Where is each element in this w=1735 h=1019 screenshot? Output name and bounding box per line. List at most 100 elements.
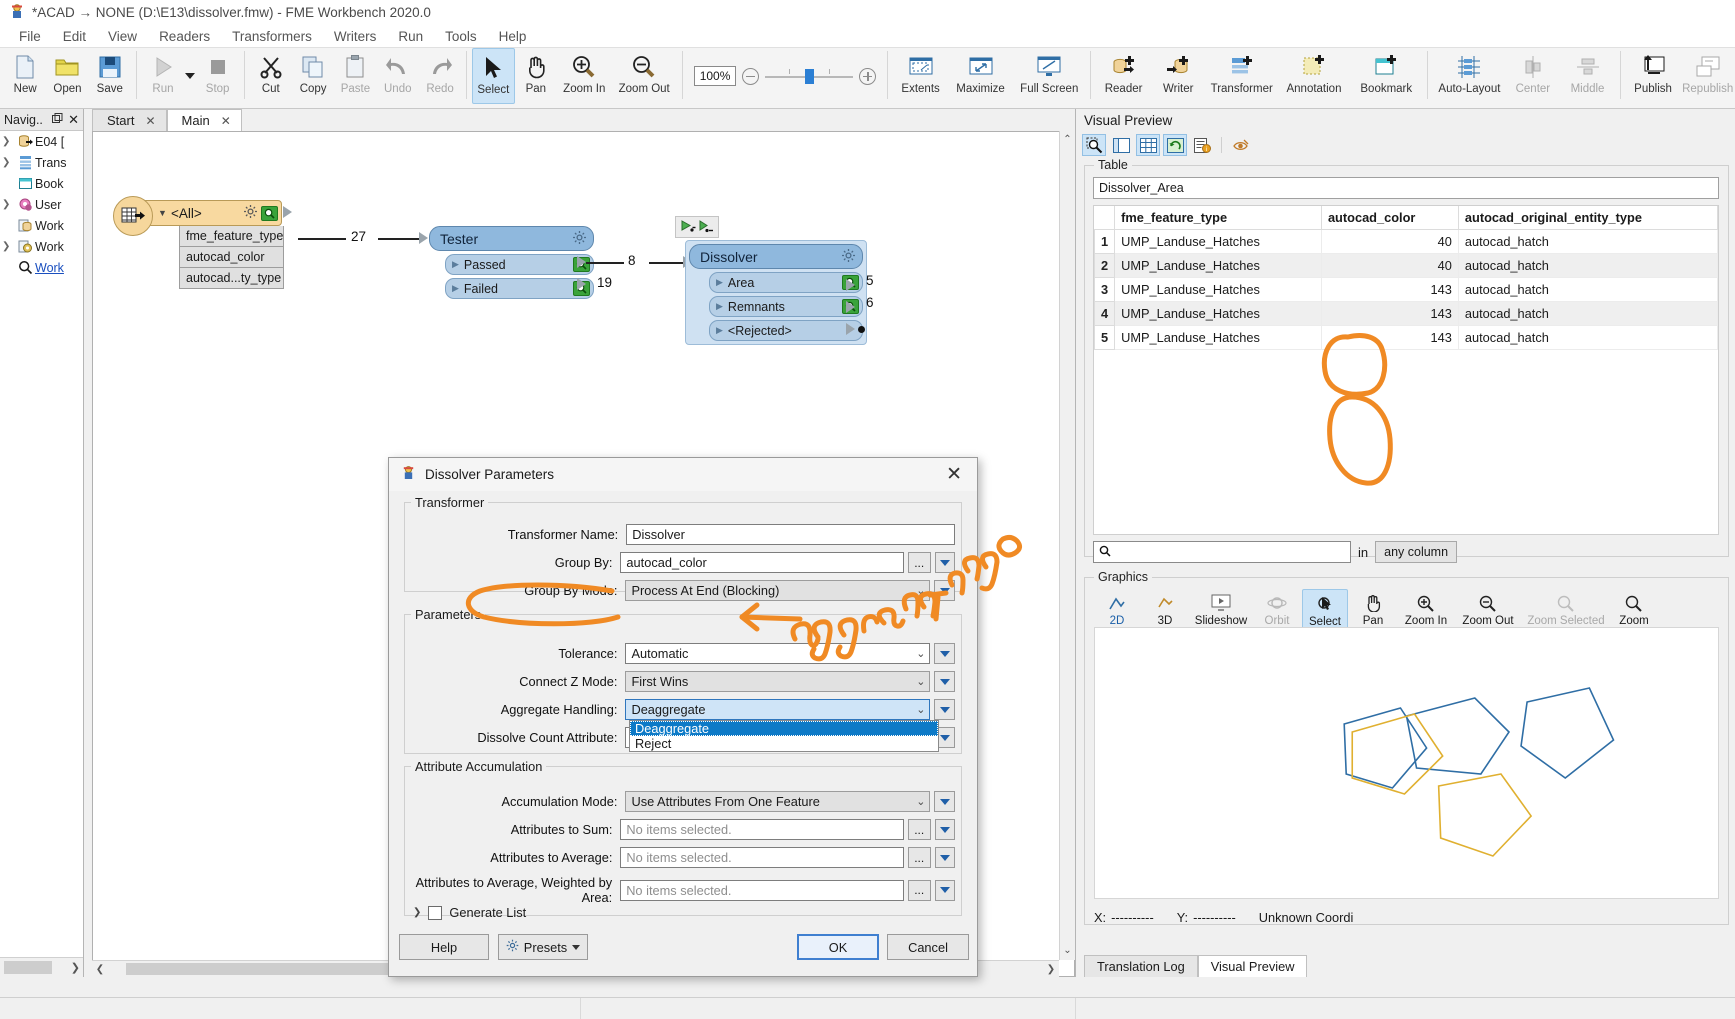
gear-icon[interactable] (243, 204, 258, 222)
orbit-button[interactable]: Orbit (1254, 589, 1300, 627)
chevron-down-icon[interactable]: ⌄ (912, 675, 929, 688)
scroll-left-icon[interactable]: ❮ (92, 964, 108, 975)
open-button[interactable]: Open (46, 48, 88, 95)
search-input[interactable] (1093, 541, 1351, 563)
aggregate-handling-dropdown-list[interactable]: Deaggregate Reject (629, 720, 939, 752)
reader-header[interactable]: ▼ <All> (113, 196, 282, 236)
column-header-fme-feature-type[interactable]: fme_feature_type (1114, 206, 1322, 230)
republish-button[interactable]: Republish (1680, 48, 1735, 95)
view-3d-button[interactable]: 3D (1142, 589, 1188, 627)
group-by-mode-menu-button[interactable] (934, 580, 955, 601)
ok-button[interactable]: OK (797, 934, 879, 960)
presets-button[interactable]: Presets (498, 934, 588, 960)
zoom-minus-button[interactable] (742, 67, 760, 85)
gear-icon[interactable] (841, 248, 856, 266)
help-button[interactable]: Help (399, 934, 489, 960)
tester-header[interactable]: Tester (429, 226, 594, 251)
close-icon[interactable]: ✕ (221, 114, 231, 128)
dissolver-port-area[interactable]: ▶ Area (709, 272, 863, 293)
attributes-weighted-menu-button[interactable] (934, 879, 955, 901)
navigator-horizontal-scrollbar[interactable]: ❯ (0, 957, 83, 977)
save-button[interactable]: Save (89, 48, 131, 95)
attributes-to-sum-menu-button[interactable] (934, 819, 955, 840)
graphics-select-button[interactable]: Select (1302, 589, 1348, 629)
dataset-selector[interactable]: Dissolver_Area (1093, 177, 1719, 199)
chevron-down-icon[interactable]: ⌄ (912, 647, 929, 660)
publish-button[interactable]: Publish (1626, 48, 1681, 95)
zoom-level-value[interactable]: 100% (693, 66, 737, 86)
align-center-button[interactable]: Center (1506, 48, 1561, 95)
close-icon[interactable]: ✕ (937, 463, 971, 486)
maximize-button[interactable]: Maximize (948, 48, 1013, 95)
chevron-right-icon[interactable]: ❯ (2, 157, 15, 168)
tester-node[interactable]: Tester ▶ Passed ▶ Failed (429, 226, 594, 299)
cancel-button[interactable]: Cancel (887, 934, 969, 960)
navigator-item-transformers[interactable]: ❯ Trans (0, 152, 83, 173)
refresh-icon[interactable] (1163, 134, 1187, 156)
redo-button[interactable]: Redo (419, 48, 461, 95)
new-button[interactable]: New (4, 48, 46, 95)
table-row[interactable]: 3 UMP_Landuse_Hatches 143 autocad_hatch (1094, 277, 1718, 302)
add-bookmark-button[interactable]: Bookmark (1350, 48, 1422, 95)
group-by-input[interactable]: autocad_color (620, 552, 904, 573)
search-column-scope[interactable]: any column (1375, 541, 1458, 563)
tab-visual-preview[interactable]: Visual Preview (1197, 955, 1308, 977)
slideshow-button[interactable]: Slideshow (1190, 589, 1252, 627)
chevron-down-icon[interactable]: ⌄ (912, 795, 929, 808)
chevron-right-icon[interactable]: ❯ (2, 199, 15, 210)
chevron-right-icon[interactable]: ❯ (2, 241, 15, 252)
close-icon[interactable]: ✕ (68, 112, 79, 128)
tab-start[interactable]: Start ✕ (92, 109, 167, 131)
attributes-to-average-browse-button[interactable]: ... (907, 847, 931, 868)
scroll-down-icon[interactable]: ⌄ (1060, 945, 1075, 956)
zoom-selected-button[interactable]: Zoom Selected (1522, 589, 1610, 627)
graphics-zoom-button[interactable]: Zoom (1612, 589, 1656, 627)
stop-button[interactable]: Stop (196, 48, 238, 95)
gear-icon[interactable] (572, 230, 587, 248)
scroll-right-icon[interactable]: ❯ (1043, 964, 1059, 975)
menu-help[interactable]: Help (488, 27, 538, 46)
tester-port-passed[interactable]: ▶ Passed (445, 254, 594, 275)
reader-attribute[interactable]: fme_feature_type (179, 226, 284, 247)
add-transformer-button[interactable]: Transformer (1206, 48, 1278, 95)
run-dropdown-arrow[interactable] (184, 48, 196, 104)
chevron-down-icon[interactable]: ⌄ (912, 584, 929, 597)
full-screen-button[interactable]: Full Screen (1013, 48, 1085, 95)
dissolver-port-remnants[interactable]: ▶ Remnants (709, 296, 863, 317)
menu-view[interactable]: View (97, 27, 148, 46)
column-header-autocad-color[interactable]: autocad_color (1320, 206, 1459, 230)
attributes-to-average-input[interactable]: No items selected. (620, 847, 904, 868)
feature-table[interactable]: fme_feature_type autocad_color autocad_o… (1093, 205, 1719, 535)
canvas-vertical-scrollbar[interactable]: ⌃ ⌄ (1059, 131, 1075, 960)
tab-main[interactable]: Main ✕ (166, 109, 242, 131)
chevron-right-icon[interactable]: ❯ (413, 907, 421, 918)
close-icon[interactable]: ✕ (145, 114, 155, 128)
add-annotation-button[interactable]: Annotation (1278, 48, 1350, 95)
table-row[interactable]: 4 UMP_Landuse_Hatches 143 autocad_hatch (1094, 301, 1718, 326)
menu-file[interactable]: File (8, 27, 52, 46)
select-tool-button[interactable]: Select (472, 48, 515, 104)
aggregate-handling-combo[interactable]: Deaggregate ⌄ (625, 699, 931, 720)
chevron-down-icon[interactable]: ⌄ (912, 703, 929, 716)
attributes-to-average-weighted-input[interactable]: No items selected. (620, 879, 904, 901)
search-text-field[interactable] (1115, 544, 1330, 560)
generate-list-row[interactable]: ❯ Generate List (413, 905, 526, 920)
zoom-slider-knob[interactable] (805, 69, 815, 84)
add-reader-button[interactable]: Reader (1096, 48, 1151, 95)
group-by-menu-button[interactable] (934, 552, 955, 573)
connect-z-mode-menu-button[interactable] (934, 671, 955, 692)
connect-z-mode-combo[interactable]: First Wins ⌄ (625, 671, 931, 692)
generate-list-checkbox[interactable] (428, 905, 443, 920)
menu-transformers[interactable]: Transformers (221, 27, 323, 46)
zoom-in-tool-button[interactable]: Zoom In (557, 48, 612, 95)
attributes-to-sum-browse-button[interactable]: ... (907, 819, 931, 840)
extents-button[interactable]: Extents (893, 48, 948, 95)
zoom-slider[interactable] (765, 67, 854, 85)
attributes-to-sum-input[interactable]: No items selected. (620, 819, 904, 840)
undo-button[interactable]: Undo (377, 48, 419, 95)
dropdown-option-reject[interactable]: Reject (630, 736, 938, 751)
attributes-to-average-menu-button[interactable] (934, 847, 955, 868)
inspect-magnifier-icon[interactable] (261, 205, 278, 221)
menu-run[interactable]: Run (387, 27, 434, 46)
graphics-canvas[interactable] (1094, 627, 1719, 899)
